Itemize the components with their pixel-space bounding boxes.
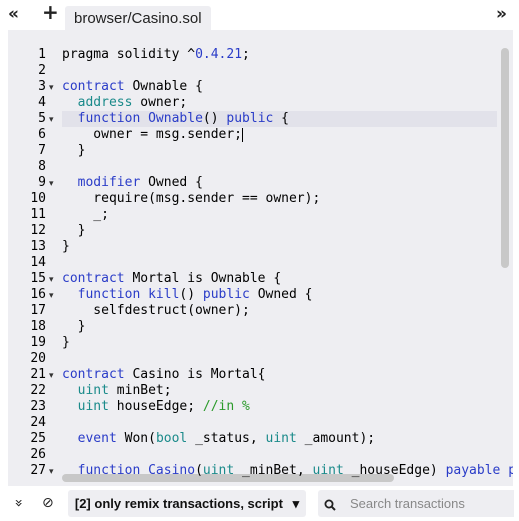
fold-arrow-icon[interactable]: ▾ (49, 79, 54, 95)
line-number: 1 (38, 47, 46, 62)
line-number: 19 (30, 335, 46, 350)
fold-arrow-icon[interactable]: ▾ (49, 287, 54, 303)
line-number: 13 (30, 239, 46, 254)
line-number: 20 (30, 351, 46, 366)
code-line[interactable]: function Ownable() public { (62, 111, 513, 127)
line-number: 5 (38, 111, 46, 126)
line-number: 26 (30, 447, 46, 462)
code-line[interactable]: contract Casino is Mortal{ (62, 367, 513, 383)
code-line[interactable]: modifier Owned { (62, 175, 513, 191)
code-line[interactable] (62, 447, 513, 463)
clear-console-icon[interactable]: ⊘ (42, 495, 54, 511)
line-number: 10 (30, 191, 46, 206)
code-line[interactable]: } (62, 143, 513, 159)
code-line[interactable] (62, 159, 513, 175)
fold-arrow-icon[interactable]: ▾ (49, 463, 54, 479)
code-line[interactable]: uint houseEdge; //in % (62, 399, 513, 415)
code-line[interactable]: } (62, 223, 513, 239)
collapse-left-panel-icon[interactable]: « (8, 4, 19, 24)
line-number: 24 (30, 415, 46, 430)
search-transactions-input[interactable] (342, 490, 514, 517)
code-line[interactable] (62, 63, 513, 79)
code-line[interactable]: uint minBet; (62, 383, 513, 399)
line-number: 23 (30, 399, 46, 414)
code-line[interactable] (62, 351, 513, 367)
code-line[interactable]: contract Mortal is Ownable { (62, 271, 513, 287)
code-line[interactable]: function Casino(uint _minBet, uint _hous… (62, 463, 513, 479)
code-line[interactable]: require(msg.sender == owner); (62, 191, 513, 207)
line-number: 14 (30, 255, 46, 270)
line-number: 27 (30, 463, 46, 478)
line-number: 17 (30, 303, 46, 318)
editor-top-bar: « + browser/Casino.sol » (0, 0, 519, 30)
tab-label: browser/Casino.sol (74, 10, 202, 27)
line-number: 22 (30, 383, 46, 398)
chevron-down-icon: ▾ (292, 496, 300, 511)
code-line[interactable]: selfdestruct(owner); (62, 303, 513, 319)
line-number: 25 (30, 431, 46, 446)
code-line[interactable]: } (62, 335, 513, 351)
line-number: 15 (30, 271, 46, 286)
code-editor[interactable]: 1 2 3 ▾ 4 5 ▾ 6 7 8 9 ▾ 10 11 12 13 14 15 ▾ 16 ▾ 17 18 19 20 21 ▾ 2… (8, 30, 513, 486)
line-number: 3 (38, 79, 46, 94)
fold-arrow-icon[interactable]: ▾ (49, 111, 54, 127)
transaction-filter-dropdown[interactable]: [2] only remix transactions, script ▾ (68, 490, 306, 517)
code-line[interactable]: address owner; (62, 95, 513, 111)
line-number-gutter: 1 2 3 ▾ 4 5 ▾ 6 7 8 9 ▾ 10 11 12 13 14 15 ▾ 16 ▾ 17 18 19 20 21 ▾ 2… (8, 30, 60, 486)
line-number: 9 (38, 175, 46, 190)
code-line[interactable]: event Won(bool _status, uint _amount); (62, 431, 513, 447)
text-cursor (242, 127, 244, 142)
tab-casino-sol[interactable]: browser/Casino.sol (65, 6, 211, 30)
line-number: 7 (38, 143, 46, 158)
code-line[interactable]: _; (62, 207, 513, 223)
line-number: 2 (38, 63, 46, 78)
line-number: 11 (30, 207, 46, 222)
terminal-bar: » ⊘ [2] only remix transactions, script … (0, 486, 519, 521)
fold-arrow-icon[interactable]: ▾ (49, 271, 54, 287)
line-number: 21 (30, 367, 46, 382)
line-number: 4 (38, 95, 46, 110)
line-number: 8 (38, 159, 46, 174)
search-icon[interactable] (318, 490, 342, 517)
code-line[interactable]: pragma solidity ^0.4.21; (62, 47, 513, 63)
fold-arrow-icon[interactable]: ▾ (49, 175, 54, 191)
code-line[interactable]: } (62, 239, 513, 255)
filter-label: [2] only remix transactions, script (74, 496, 283, 511)
line-number: 16 (30, 287, 46, 302)
code-line[interactable]: owner = msg.sender; (62, 127, 513, 143)
code-line[interactable] (62, 255, 513, 271)
line-number: 12 (30, 223, 46, 238)
code-line[interactable]: } (62, 319, 513, 335)
collapse-terminal-icon[interactable]: » (10, 495, 26, 511)
expand-right-panel-icon[interactable]: » (496, 4, 507, 24)
code-line[interactable] (62, 415, 513, 431)
line-number: 6 (38, 127, 46, 142)
code-line[interactable]: function kill() public Owned { (62, 287, 513, 303)
fold-arrow-icon[interactable]: ▾ (49, 367, 54, 383)
add-file-icon[interactable]: + (42, 0, 59, 24)
code-line[interactable]: contract Ownable { (62, 79, 513, 95)
line-number: 18 (30, 319, 46, 334)
